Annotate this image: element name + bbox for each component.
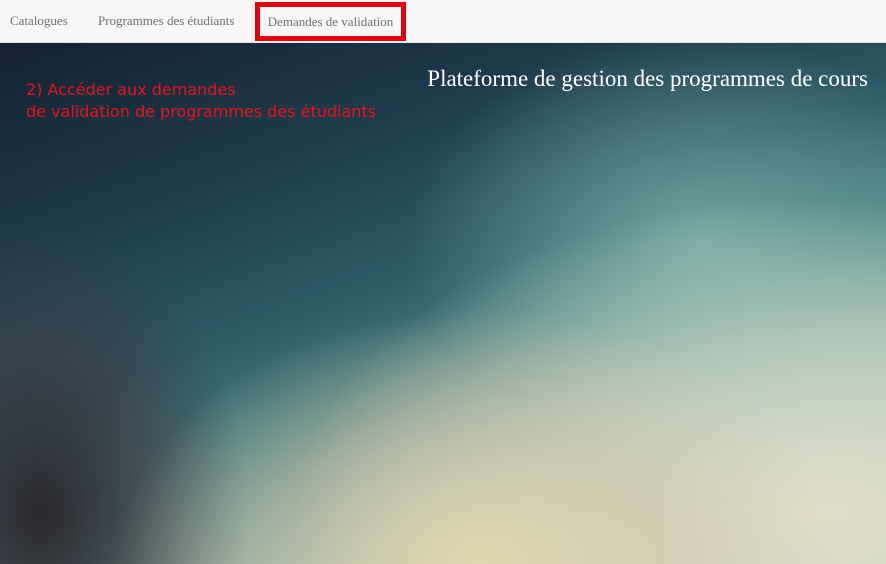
top-navbar: Catalogues Programmes des étudiants Dema… — [0, 0, 886, 43]
nav-link-demandes-validation[interactable]: Demandes de validation — [255, 2, 406, 41]
annotation-line-2: de validation de programmes des étudiant… — [26, 102, 377, 121]
annotation-line-1: 2) Accéder aux demandes — [26, 80, 236, 99]
page-title: Plateforme de gestion des programmes de … — [427, 66, 868, 91]
nav-link-programmes-etudiants[interactable]: Programmes des étudiants — [98, 13, 234, 29]
nav-link-demandes-validation-label: Demandes de validation — [267, 13, 394, 29]
nav-link-catalogues[interactable]: Catalogues — [10, 13, 68, 29]
tutorial-annotation: 2) Accéder aux demandes de validation de… — [26, 79, 376, 123]
